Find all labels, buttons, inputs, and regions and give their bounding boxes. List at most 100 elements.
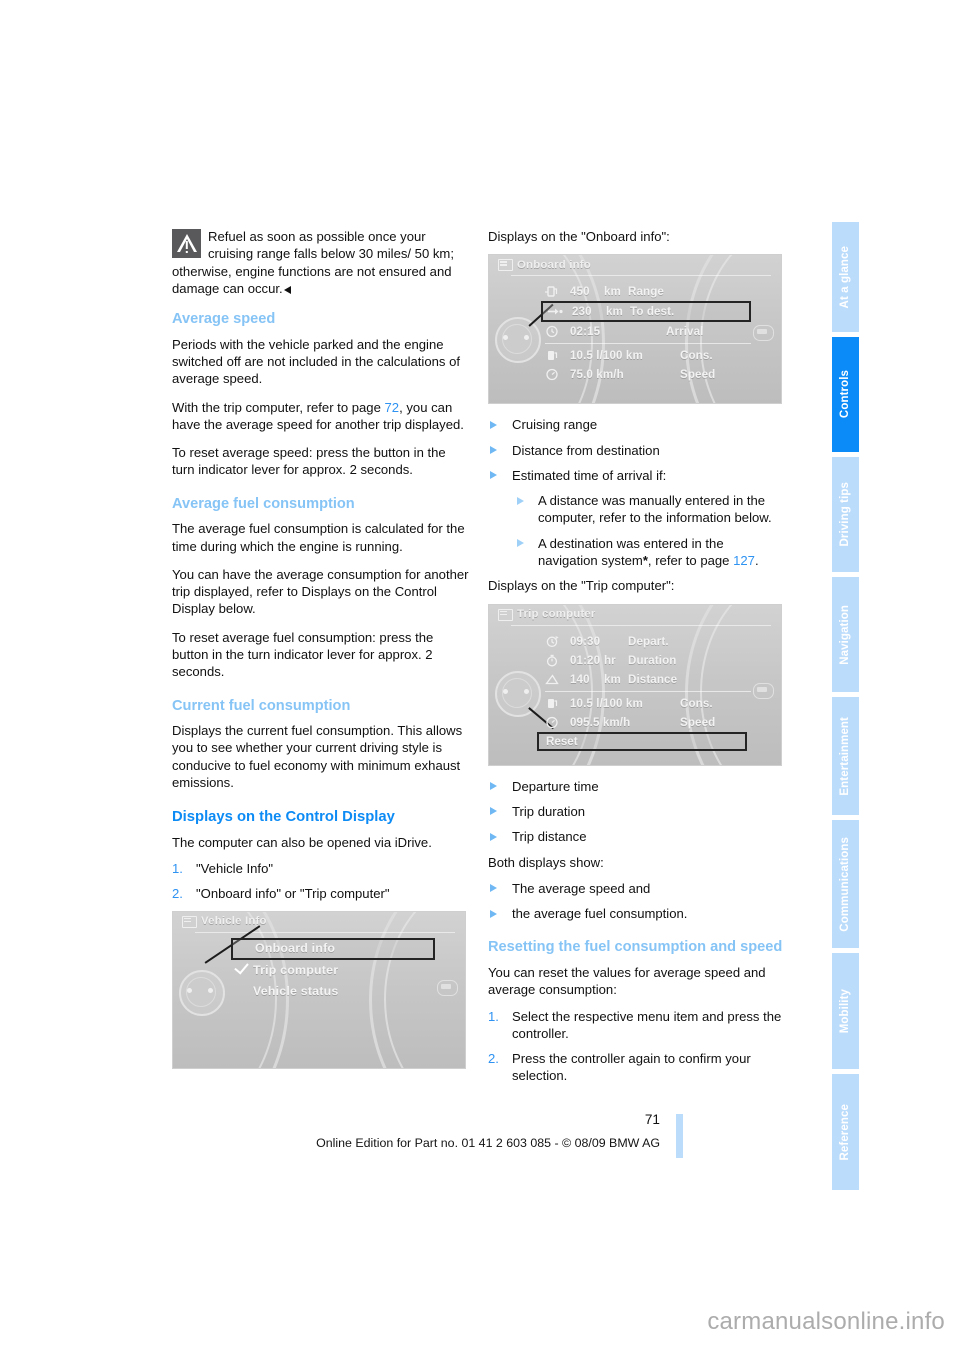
clock-arrival-icon [545,325,565,338]
trip-computer-rows: 09:30 Depart. 01:20 hr Duration 140 km D… [545,632,751,732]
page-reference-127[interactable]: 127 [733,553,755,568]
menu-item-onboard-info[interactable]: Onboard info [231,937,435,960]
page-reference-72[interactable]: 72 [385,400,400,415]
speedometer-icon [545,716,565,729]
row-label: Cons. [680,696,713,710]
menu-item-label: Trip computer [253,962,339,977]
row-label: Cons. [680,349,713,363]
tab-label: At a glance [839,245,851,309]
divider [545,343,751,345]
list-item: Estimated time of arrival if: A distance… [488,467,786,569]
screen-side-badge [753,682,774,699]
list-item: Cruising range [488,416,786,433]
tab-label: Controls [839,370,851,419]
current-fuel-paragraph-1: Displays the current fuel consumption. T… [172,723,463,791]
tab-communications[interactable]: Communications [832,820,859,948]
row-label: To dest. [630,305,675,319]
menu-item-vehicle-status[interactable]: Vehicle status [231,981,435,1002]
warning-text-content: Refuel as soon as possible once your cru… [172,229,454,296]
row-value: 02:15 [570,325,601,339]
resetting-paragraph-1: You can reset the values for average spe… [488,964,766,998]
warning-text: Refuel as soon as possible once your cru… [172,228,470,297]
tab-navigation[interactable]: Navigation [832,577,859,692]
tab-label: Navigation [839,604,851,665]
row-value: 75.0 km/h [570,368,624,382]
tab-reference[interactable]: Reference [832,1074,859,1190]
row-label: Range [628,285,664,299]
table-row: 01:20 hr Duration [545,651,751,670]
vehicle-info-icon [182,915,197,928]
reset-button[interactable]: Reset [537,731,747,751]
fuel-pump-icon [545,349,565,362]
onboard-info-rows: 450 km Range 230 km To dest. 02:15 Arriv… [541,282,751,384]
page-number: 71 [644,1112,660,1127]
row-unit: hr [604,653,616,667]
row-value: 10.5 l/100 km [570,349,643,363]
list-item: Departure time [488,778,786,795]
list-item-label: Trip duration [512,803,586,819]
stopwatch-icon [545,654,565,667]
table-row: 10.5 l/100 km Cons. [545,346,751,365]
fuel-pump-icon [545,697,565,710]
average-fuel-paragraph-3: To reset average fuel consumption: press… [172,629,434,680]
list-item-label: Departure time [512,778,599,794]
manual-page: At a glance Controls Driving tips Naviga… [0,0,960,1358]
screen-title: Onboard info [517,258,591,271]
screen-side-badge [753,325,774,342]
list-item: the average fuel consumption. [488,905,786,922]
list-item: "Vehicle Info" [172,860,273,878]
menu-item-label: Vehicle status [253,983,339,998]
control-display-paragraph-1: The computer can also be opened via iDri… [172,834,432,850]
average-speed-paragraph-3: To reset average speed: press the button… [172,445,446,478]
list-item-label: Cruising range [512,417,598,433]
trip-computer-bullets: Departure time Trip duration Trip distan… [488,778,786,846]
onboard-info-bullets: Cruising range Distance from destination… [488,416,786,569]
table-row: 09:30 Depart. [545,632,751,651]
list-item: Select the respective menu item and pres… [488,1008,782,1041]
heading-displays-on-control-display: Displays on the Control Display [172,809,395,826]
heading-average-fuel-consumption: Average fuel consumption [172,495,355,512]
row-label: Arrival [666,325,704,339]
list-item-label: Estimated time of arrival if: [512,467,667,483]
tab-label: Reference [839,1103,851,1161]
trip-computer-screenshot: Trip computer 09:30 Depart. 01:20 hr Dur… [488,603,782,766]
tab-label: Communications [839,836,851,932]
heading-average-speed: Average speed [172,311,276,328]
tab-entertainment[interactable]: Entertainment [832,697,859,815]
list-item: A distance was manually entered in the c… [515,492,786,527]
warning-note: Refuel as soon as possible once your cru… [172,228,470,297]
menu-item-trip-computer[interactable]: Trip computer [231,959,435,981]
list-item-label: Trip distance [512,829,587,845]
menu-item-label: Onboard info [255,941,336,956]
idrive-controller-knob [179,969,225,1016]
onboard-info-screenshot: Onboard info 450 km Range 230 km To dest… [488,254,782,405]
control-display-steps: "Vehicle Info" "Onboard info" or "Trip c… [172,860,470,903]
tab-mobility[interactable]: Mobility [832,953,859,1069]
table-row: 140 km Distance [545,670,751,689]
list-item: A destination was entered in the navigat… [515,535,786,570]
vehicle-info-screenshot: Vehicle Info Onboard info Trip computer … [172,910,466,1069]
tab-controls[interactable]: Controls [832,337,859,452]
tab-at-a-glance[interactable]: At a glance [832,222,859,332]
list-item: Trip duration [488,803,786,820]
list-item: The average speed and [488,880,786,897]
vehicle-info-menu: Onboard info Trip computer Vehicle statu… [231,937,435,1002]
row-label: Duration [628,653,677,667]
row-value: 095.5 km/h [570,715,631,729]
row-unit: km [604,285,621,299]
table-row: 75.0 km/h Speed [545,365,751,384]
divider [545,690,751,692]
clock-depart-icon [545,635,565,648]
screen-title-bar: Onboard info [489,255,781,275]
destination-arrow-icon [547,305,567,318]
footer-edition-note: Online Edition for Part no. 01 41 2 603 … [316,1136,660,1150]
row-value: 10.5 l/100 km [570,696,643,710]
list-item-label-mid: , refer to page [647,553,734,569]
list-item-label: A distance was manually entered in the c… [538,493,772,526]
table-row-selected[interactable]: 230 km To dest. [541,301,751,323]
fuel-pump-range-icon [545,285,565,298]
tab-label: Mobility [839,988,851,1034]
row-unit: km [604,672,621,686]
idrive-controller-knob [495,670,541,717]
tab-driving-tips[interactable]: Driving tips [832,457,859,572]
